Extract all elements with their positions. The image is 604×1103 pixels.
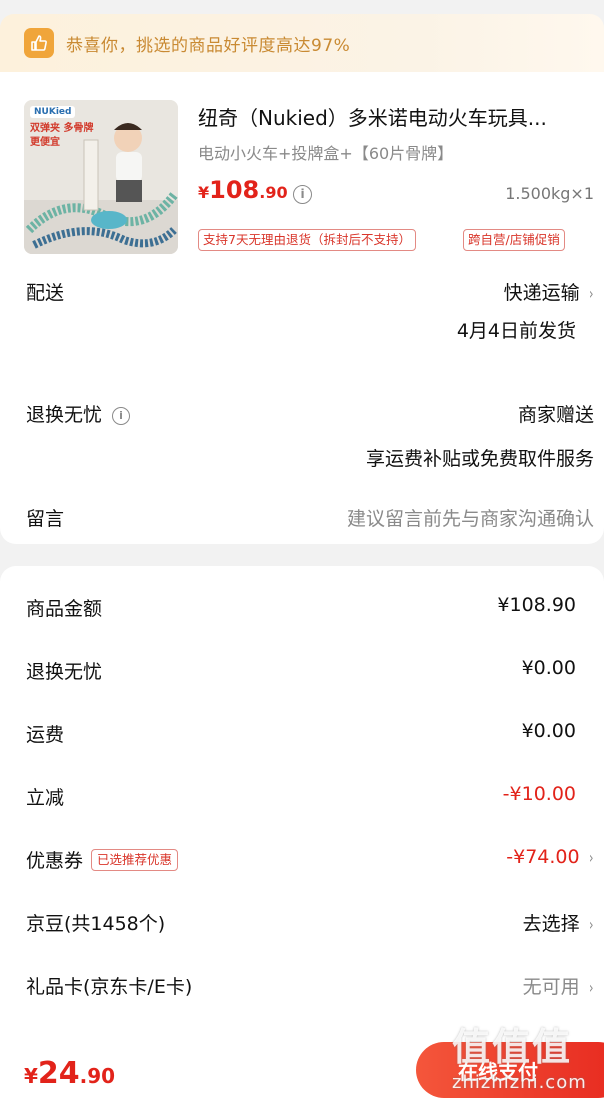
- thumbs-up-icon: [24, 28, 54, 58]
- brand-logo: NUKied: [30, 106, 76, 118]
- coupon-label: 优惠券 已选推荐优惠: [26, 846, 179, 873]
- chevron-right-icon: ›: [588, 915, 594, 934]
- product-price: ¥108.90: [198, 176, 288, 204]
- delivery-label: 配送: [26, 282, 65, 304]
- jingdou-label: 京豆(共1458个): [26, 913, 166, 935]
- goods-amount-value: ¥108.90: [497, 594, 576, 616]
- giftcard-selector[interactable]: 无可用 ›: [523, 972, 594, 999]
- coupon-recommended-tag: 已选推荐优惠: [91, 849, 179, 871]
- shipping-fee-label: 运费: [26, 724, 65, 746]
- return-care-value: 商家赠送: [517, 404, 594, 426]
- price-info-icon[interactable]: i: [293, 185, 312, 204]
- image-promo-text: 双弹夹 多骨牌 更便宜: [30, 123, 94, 148]
- message-input[interactable]: 建议留言前先与商家沟通确认: [347, 504, 594, 531]
- delivery-date: 4月4日前发货: [456, 320, 576, 342]
- return-care-desc: 享运费补贴或免费取件服务: [365, 448, 594, 470]
- watermark: 值值值: [452, 1025, 573, 1069]
- return-fee-value: ¥0.00: [521, 657, 576, 679]
- chevron-right-icon: ›: [588, 284, 594, 303]
- praise-banner: 恭喜你，挑选的商品好评度高达97%: [0, 14, 604, 72]
- order-item-card: NUKied 双弹夹 多骨牌 更便宜 纽奇（Nukied）多米诺电动火车玩具..…: [0, 72, 604, 544]
- coupon-selector[interactable]: -¥74.00 ›: [506, 846, 594, 868]
- promo-tag: 跨自营/店铺促销: [463, 229, 565, 251]
- chevron-right-icon: ›: [588, 848, 594, 867]
- instant-discount-value: -¥10.00: [502, 783, 576, 805]
- return-fee-label: 退换无忧: [26, 661, 103, 683]
- watermark-domain: zhizhizhi.com: [452, 1072, 587, 1093]
- return-policy-tag: 支持7天无理由退货（拆封后不支持）: [198, 229, 416, 251]
- price-summary-card: 商品金额 ¥108.90 退换无忧 ¥0.00 运费 ¥0.00 立减 -¥10…: [0, 566, 604, 1046]
- message-label: 留言: [26, 508, 65, 530]
- shipping-fee-value: ¥0.00: [521, 720, 576, 742]
- product-title[interactable]: 纽奇（Nukied）多米诺电动火车玩具...: [198, 102, 594, 131]
- weight-quantity: 1.500kg×1: [505, 184, 594, 203]
- jingdou-selector[interactable]: 去选择 ›: [523, 909, 594, 936]
- chevron-right-icon: ›: [588, 978, 594, 997]
- giftcard-label: 礼品卡(京东卡/E卡): [26, 976, 193, 998]
- product-spec[interactable]: 电动小火车+投牌盒+【60片骨牌】: [198, 140, 453, 164]
- instant-discount-label: 立减: [26, 787, 65, 809]
- return-care-label: 退换无忧 i: [26, 400, 131, 427]
- delivery-method[interactable]: 快递运输 ›: [504, 278, 594, 305]
- info-icon[interactable]: i: [112, 407, 131, 425]
- product-image[interactable]: NUKied 双弹夹 多骨牌 更便宜: [24, 100, 178, 254]
- banner-text: 恭喜你，挑选的商品好评度高达97%: [66, 35, 351, 56]
- total-price: ¥24.90: [24, 1056, 116, 1091]
- goods-amount-label: 商品金额: [26, 598, 103, 620]
